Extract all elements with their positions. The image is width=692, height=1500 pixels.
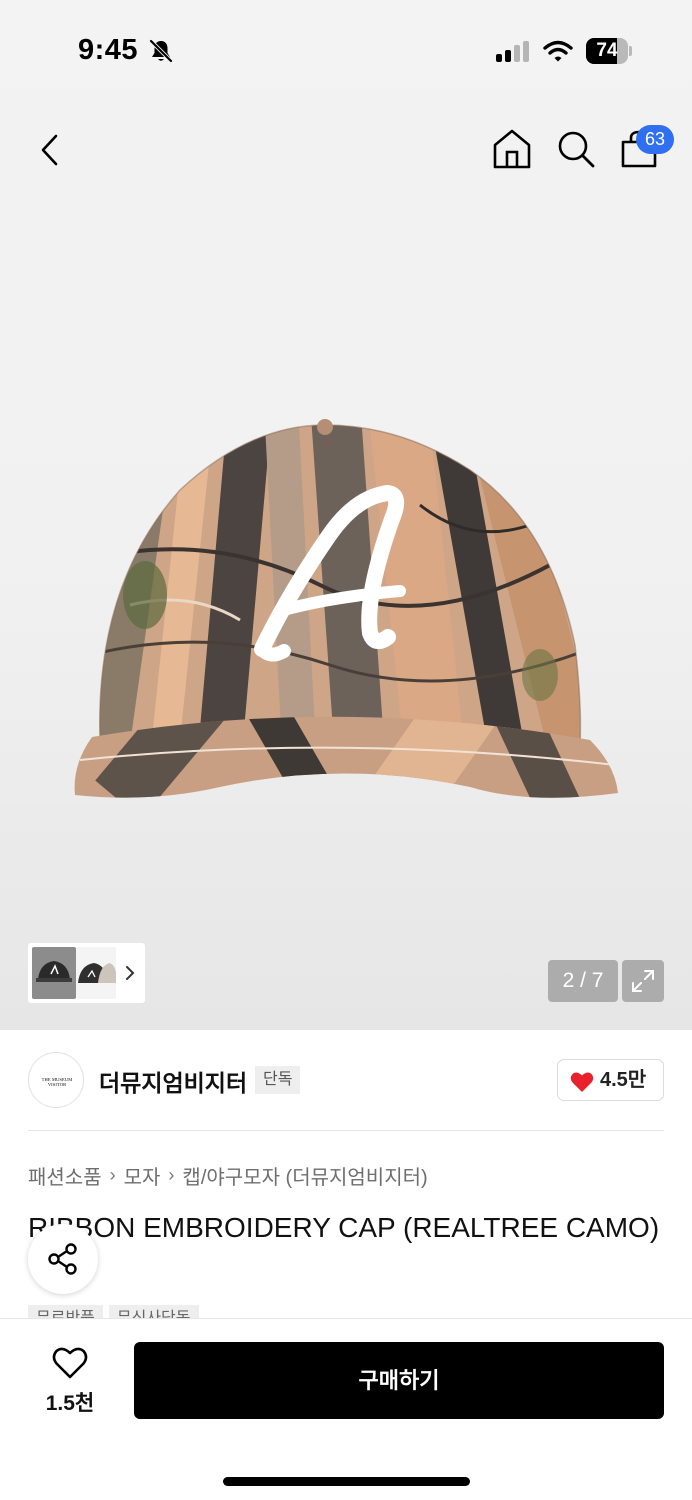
home-icon [493, 129, 531, 169]
buy-button[interactable]: 구매하기 [134, 1342, 664, 1419]
cap-thumbnail-icon [78, 963, 117, 983]
breadcrumb-item[interactable]: 패션소품 [28, 1161, 102, 1190]
bell-off-icon [149, 39, 173, 63]
chevron-right-icon[interactable] [124, 963, 136, 983]
search-button[interactable] [555, 128, 597, 170]
brand-logo-text: THE MUSEUM VISITOR [41, 1077, 73, 1087]
back-icon [41, 134, 58, 166]
expand-icon [632, 970, 654, 992]
chevron-right-icon: › [168, 1165, 175, 1185]
heart-filled-icon [570, 1072, 594, 1092]
battery-percent: 74 [596, 40, 618, 61]
home-indicator [223, 1477, 470, 1486]
brand-like-button[interactable]: 4.5만 [557, 1059, 664, 1101]
fullscreen-button[interactable] [622, 960, 664, 1002]
battery-icon: 74 [586, 38, 632, 64]
search-icon [558, 131, 595, 168]
cellular-signal-icon [496, 41, 529, 62]
thumbnail-1[interactable] [32, 947, 76, 999]
chevron-right-icon: › [109, 1165, 116, 1185]
exclusive-tag: 단독 [255, 1066, 301, 1094]
brand-name[interactable]: 더뮤지엄비지터 [99, 1064, 247, 1098]
wishlist-button[interactable]: 1.5천 [30, 1342, 110, 1418]
thumbnail-2[interactable] [76, 947, 117, 999]
image-counter: 2 / 7 [548, 960, 618, 1002]
divider [28, 1130, 664, 1131]
cap-letter: A [70, 415, 71, 416]
brand-logo[interactable]: THE MUSEUM VISITOR [28, 1052, 84, 1108]
thumbnail-strip[interactable] [28, 943, 145, 1003]
heart-outline-icon [52, 1347, 88, 1379]
wifi-icon [543, 40, 573, 62]
breadcrumb-item[interactable]: 모자 [124, 1161, 161, 1190]
home-button[interactable] [490, 126, 534, 172]
share-button[interactable] [28, 1224, 98, 1294]
back-button[interactable] [30, 128, 70, 172]
breadcrumb: 패션소품 › 모자 › 캡/야구모자 (더뮤지엄비지터) [28, 1161, 428, 1190]
cart-count-badge: 63 [636, 125, 674, 154]
status-time: 9:45 [78, 34, 139, 66]
product-image[interactable]: A [70, 415, 625, 810]
wishlist-count: 1.5천 [45, 1392, 95, 1415]
cap-thumbnail-icon [36, 961, 72, 982]
share-icon [48, 1243, 77, 1275]
brand-like-count: 4.5만 [600, 1069, 647, 1091]
breadcrumb-item[interactable]: 캡/야구모자 (더뮤지엄비지터) [182, 1161, 427, 1190]
product-title: RIBBON EMBROIDERY CAP (REALTREE CAMO) [28, 1212, 660, 1243]
